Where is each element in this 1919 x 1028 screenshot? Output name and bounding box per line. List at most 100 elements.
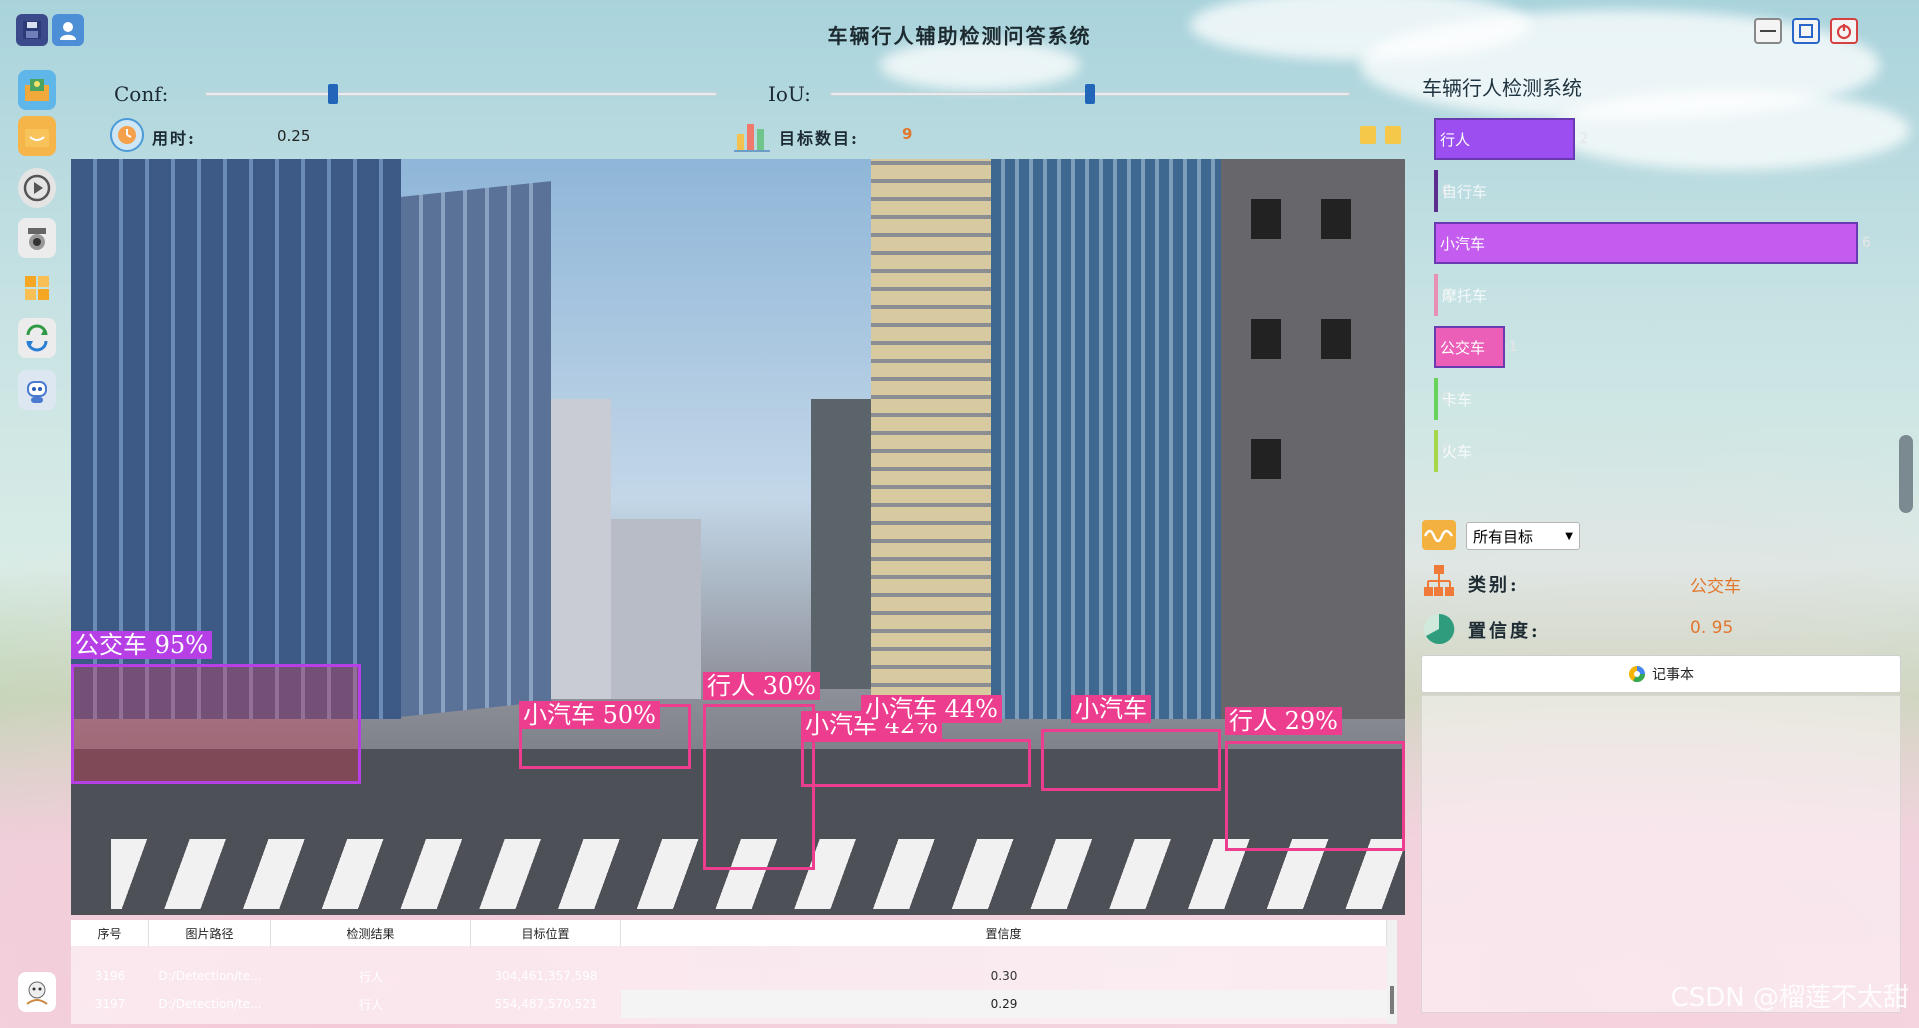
building-right-3 <box>1221 159 1405 719</box>
class-bar-label: 摩托车 <box>1442 286 1488 305</box>
window <box>1251 199 1281 239</box>
window <box>1321 319 1351 359</box>
class-bar: 卡车 <box>1434 378 1472 420</box>
maximize-icon <box>1799 24 1813 38</box>
play-icon <box>23 174 51 202</box>
clock-icon <box>110 118 144 152</box>
close-button[interactable] <box>1830 18 1858 44</box>
cell-result: 行人 <box>358 997 383 1012</box>
detection-box-person <box>703 704 815 870</box>
class-bar-label: 行人 <box>1440 130 1471 149</box>
detection-box-bus <box>71 664 361 784</box>
detection-image: 公交车 95% 小汽车 50% 行人 30% 小汽车 42% 小汽车 44% 小… <box>71 159 1405 915</box>
class-bar-row: 火车 0 <box>1434 430 1472 472</box>
window <box>1251 319 1281 359</box>
target-select[interactable]: 所有目标 ▼ <box>1466 522 1580 550</box>
chat-robot-button[interactable] <box>18 370 56 410</box>
conf-slider-handle[interactable] <box>328 84 338 104</box>
class-bar-label: 卡车 <box>1442 390 1473 409</box>
cell-result: 行人 <box>358 969 383 984</box>
col-header-position[interactable]: 目标位置 <box>471 920 621 946</box>
building-far-left <box>551 399 611 699</box>
building-mid-right <box>811 399 871 689</box>
col-header-index[interactable]: 序号 <box>71 920 149 946</box>
table-row[interactable]: 3196 D:/Detection/te... 行人 304,461,357,5… <box>71 962 1387 990</box>
minimize-button[interactable] <box>1754 18 1782 44</box>
panel-drawer-handle[interactable] <box>1899 435 1913 513</box>
class-bar-label: 火车 <box>1442 442 1473 461</box>
bar-chart-icon <box>734 116 772 152</box>
cell-index: 3197 <box>94 997 126 1011</box>
detection-box-car <box>801 739 1031 787</box>
table-scrollbar[interactable] <box>1387 920 1397 1024</box>
open-video-button[interactable] <box>18 168 56 208</box>
watermark: CSDN @榴莲不太甜 <box>1670 983 1909 1013</box>
panel-title: 车辆行人检测系统 <box>1422 76 1582 100</box>
prev-icon[interactable] <box>1360 126 1376 144</box>
avatar[interactable] <box>18 972 56 1012</box>
class-bar: 摩托车 <box>1434 274 1487 316</box>
building-far <box>611 519 701 699</box>
confidence-value: 0. 95 <box>1690 618 1734 638</box>
target-count-value: 9 <box>902 125 913 143</box>
notebook-textarea[interactable] <box>1421 695 1901 1013</box>
target-select-value: 所有目标 <box>1473 527 1534 546</box>
model-button[interactable] <box>18 268 56 308</box>
class-bar: 火车 <box>1434 430 1472 472</box>
class-bar-label: 小汽车 <box>1440 234 1486 253</box>
next-icon[interactable] <box>1385 126 1401 144</box>
notebook-icon <box>1629 666 1646 683</box>
conf-slider[interactable] <box>205 92 717 96</box>
detection-box-person <box>1225 741 1405 851</box>
notebook-label: 记事本 <box>1652 667 1694 683</box>
detection-tag: 行人 29% <box>1225 707 1342 735</box>
class-bar-row: 公交车 1 <box>1434 326 1518 368</box>
building-right-2 <box>991 159 1221 719</box>
category-value: 公交车 <box>1690 577 1741 597</box>
camera-icon <box>28 228 46 250</box>
maximize-button[interactable] <box>1792 18 1820 44</box>
wave-icon <box>1422 520 1456 550</box>
class-bar-label: 自行车 <box>1442 182 1488 201</box>
building-right-1 <box>871 159 991 719</box>
cell-index: 3196 <box>94 969 126 983</box>
robot-icon <box>27 381 47 403</box>
refresh-icon <box>26 324 48 352</box>
class-bar-count: 6 <box>1862 235 1871 251</box>
class-bar: 行人 <box>1434 118 1576 160</box>
building-left-side <box>401 181 551 717</box>
scrollbar-thumb[interactable] <box>1390 986 1394 1014</box>
folder-icon <box>25 129 49 147</box>
col-header-path[interactable]: 图片路径 <box>149 920 271 946</box>
cell-confidence: 0.30 <box>990 969 1018 983</box>
notebook-button[interactable]: 记事本 <box>1421 655 1901 693</box>
cell-path: D:/Detection/te... <box>158 969 262 983</box>
col-header-result[interactable]: 检测结果 <box>271 920 471 946</box>
class-bar-row: 摩托车 0 <box>1434 274 1487 316</box>
refresh-button[interactable] <box>18 318 56 358</box>
cell-position: 554,487,570,521 <box>494 997 598 1011</box>
class-bar-row: 卡车 0 <box>1434 378 1472 420</box>
app-title: 车辆行人辅助检测问答系统 <box>827 24 1092 48</box>
conf-label: Conf: <box>114 82 169 106</box>
puzzle-icon <box>25 276 49 300</box>
open-image-button[interactable] <box>18 70 56 110</box>
target-count-label: 目标数目: <box>779 129 859 148</box>
detection-tag: 小汽车 50% <box>519 701 660 729</box>
iou-slider-handle[interactable] <box>1085 84 1095 104</box>
cloud <box>1550 90 1910 170</box>
class-bar-row: 自行车 0 <box>1434 170 1487 212</box>
col-header-confidence[interactable]: 置信度 <box>621 920 1387 946</box>
class-bar-count: 2 <box>1579 131 1589 147</box>
confidence-label: 置信度: <box>1468 621 1541 642</box>
chevron-down-icon: ▼ <box>1565 530 1573 542</box>
open-folder-button[interactable] <box>18 116 56 156</box>
avatar-icon <box>26 981 48 1005</box>
open-camera-button[interactable] <box>18 218 56 258</box>
class-bar: 公交车 <box>1434 326 1505 368</box>
pie-chart-icon <box>1422 612 1456 646</box>
class-bar: 自行车 <box>1434 170 1487 212</box>
time-value: 0.25 <box>277 127 311 145</box>
class-bar-row: 小汽车 6 <box>1434 222 1871 264</box>
table-row[interactable]: 3197 D:/Detection/te... 行人 554,487,570,5… <box>71 990 1387 1018</box>
